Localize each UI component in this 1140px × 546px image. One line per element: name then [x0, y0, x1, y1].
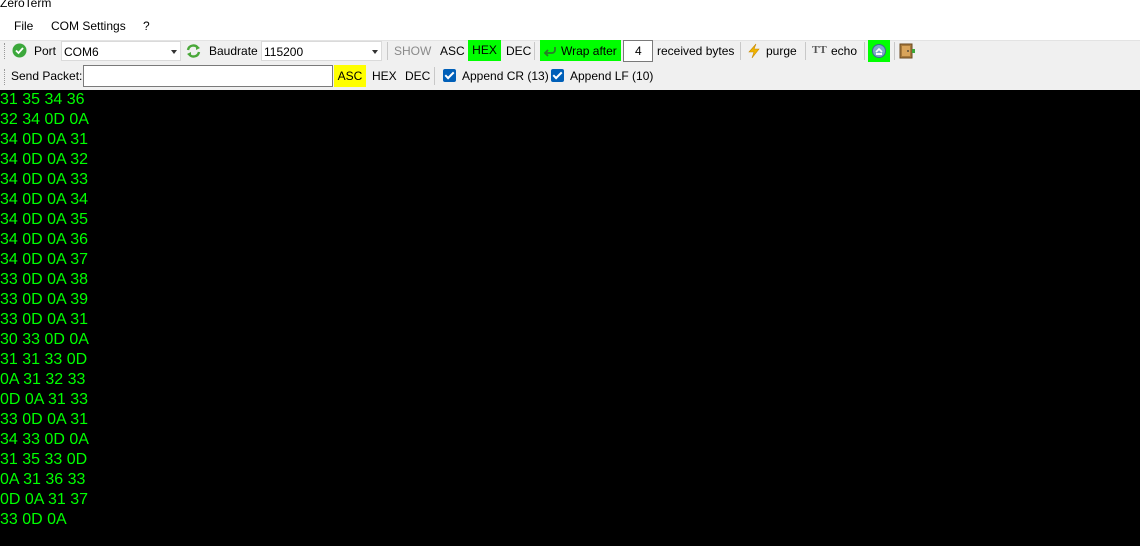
- wrap-after-button[interactable]: Wrap after: [540, 40, 621, 61]
- terminal-line: 34 0D 0A 37: [0, 251, 89, 268]
- append-lf-label: Append LF (10): [570, 69, 654, 83]
- send-toolbar: Send Packet: ASC HEX DEC Append CR (13) …: [0, 64, 1140, 90]
- show-hex-button[interactable]: HEX: [468, 40, 501, 61]
- show-label: SHOW: [394, 44, 432, 58]
- terminal-line: 34 0D 0A 35: [0, 211, 89, 228]
- echo-button[interactable]: echo: [831, 44, 857, 58]
- port-value: COM6: [64, 45, 99, 59]
- port-select[interactable]: COM6: [61, 41, 181, 61]
- terminal-line: 33 0D 0A 38: [0, 271, 89, 288]
- send-packet-input[interactable]: [83, 65, 333, 87]
- purge-button[interactable]: purge: [766, 44, 797, 58]
- separator: [534, 42, 535, 60]
- send-dec-button[interactable]: DEC: [405, 69, 430, 83]
- baudrate-select[interactable]: 115200: [261, 41, 382, 61]
- terminal-line: 33 0D 0A 31: [0, 311, 89, 328]
- lightning-icon: [748, 43, 760, 59]
- append-lf-checkbox[interactable]: [551, 69, 564, 82]
- separator: [894, 42, 895, 60]
- baudrate-value: 115200: [264, 45, 304, 59]
- separator: [805, 42, 806, 60]
- terminal-line: 0A 31 36 33: [0, 471, 86, 488]
- separator: [864, 42, 865, 60]
- terminal-line: 34 0D 0A 32: [0, 151, 89, 168]
- menu-help[interactable]: ?: [143, 19, 150, 33]
- terminal-line: 31 35 33 0D: [0, 451, 88, 468]
- wrap-icon: [543, 47, 556, 57]
- terminal-line: 33 0D 0A 31: [0, 411, 89, 428]
- menu-com-settings[interactable]: COM Settings: [51, 19, 126, 33]
- terminal-line: 33 0D 0A 39: [0, 291, 89, 308]
- chevron-down-icon: [171, 50, 177, 54]
- wrap-after-label: Wrap after: [561, 44, 617, 58]
- menu-bar: File COM Settings ?: [0, 12, 1140, 41]
- toolbar-grip[interactable]: [4, 69, 8, 85]
- show-dec-button[interactable]: DEC: [506, 44, 531, 58]
- exit-door-icon[interactable]: [899, 43, 916, 59]
- app-chrome: File COM Settings ? Port COM6 Baudrate 1…: [0, 12, 1140, 90]
- terminal-line: 34 0D 0A 31: [0, 131, 89, 148]
- terminal-output[interactable]: 31 35 34 36 32 34 0D 0A 34 0D 0A 31 34 0D 0…: [0, 90, 1140, 546]
- chevron-down-icon: [372, 50, 378, 54]
- terminal-line: 34 33 0D 0A: [0, 431, 89, 448]
- toolbar-grip[interactable]: [4, 43, 8, 59]
- wrap-count-value: 4: [635, 44, 642, 58]
- separator: [434, 67, 435, 85]
- separator: [387, 42, 388, 60]
- window-title: ZeroTerm: [0, 0, 52, 10]
- title-bar: ZeroTerm: [0, 0, 1140, 12]
- show-asc-button[interactable]: ASC: [440, 44, 465, 58]
- terminal-line: 31 31 33 0D: [0, 351, 88, 368]
- terminal-line: 0A 31 32 33: [0, 371, 86, 388]
- separator: [740, 42, 741, 60]
- terminal-line: 31 35 34 36: [0, 91, 85, 108]
- terminal-line: 33 0D 0A: [0, 511, 67, 528]
- append-cr-label: Append CR (13): [462, 69, 549, 83]
- connection-toolbar: Port COM6 Baudrate 115200 SHOW ASC HEX D…: [0, 39, 1140, 63]
- baudrate-label: Baudrate: [209, 44, 258, 58]
- terminal-line: 32 34 0D 0A: [0, 111, 89, 128]
- plug-icon: [872, 44, 886, 58]
- terminal-line: 0D 0A 31 33: [0, 391, 89, 408]
- terminal-line: 30 33 0D 0A: [0, 331, 89, 348]
- send-packet-label: Send Packet:: [11, 69, 83, 83]
- send-hex-button[interactable]: HEX: [372, 69, 397, 83]
- terminal-line: 34 0D 0A 34: [0, 191, 89, 208]
- terminal-line: 34 0D 0A 36: [0, 231, 89, 248]
- connect-status-icon[interactable]: [12, 43, 27, 58]
- terminal-line: 0D 0A 31 37: [0, 491, 89, 508]
- append-cr-checkbox[interactable]: [443, 69, 456, 82]
- echo-icon: TT: [812, 44, 827, 56]
- menu-file[interactable]: File: [14, 19, 33, 33]
- refresh-icon[interactable]: [185, 43, 202, 59]
- wrap-count-input[interactable]: 4: [623, 40, 653, 62]
- send-asc-button[interactable]: ASC: [334, 65, 366, 87]
- terminal-line: 34 0D 0A 33: [0, 171, 89, 188]
- received-bytes-label: received bytes: [657, 44, 735, 58]
- port-label: Port: [34, 44, 57, 58]
- connect-toggle-button[interactable]: [868, 40, 890, 62]
